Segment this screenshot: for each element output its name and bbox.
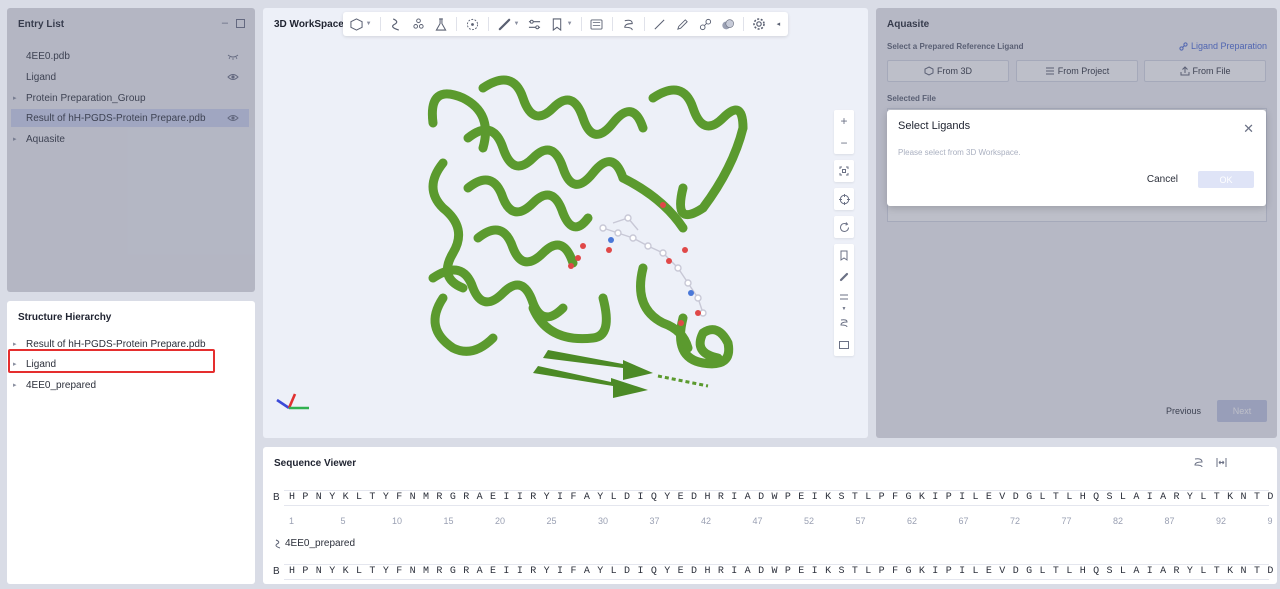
settings-icon[interactable] xyxy=(752,16,767,32)
structure-hierarchy-panel: Structure Hierarchy ▸ Result of hH-PGDS-… xyxy=(7,301,255,584)
eye-icon[interactable] xyxy=(227,72,239,82)
entry-item-protein-group[interactable]: ▸ Protein Preparation_Group xyxy=(11,89,249,107)
aquasite-title: Aquasite xyxy=(887,19,930,30)
align-icon[interactable] xyxy=(527,16,542,32)
chevron-down-icon[interactable]: ▼ xyxy=(366,21,372,27)
eye-icon[interactable] xyxy=(227,113,239,123)
chevron-down-icon[interactable]: ▼ xyxy=(567,21,573,27)
flask-icon[interactable] xyxy=(434,16,449,32)
ligand-highlight-box xyxy=(8,349,215,373)
line-icon[interactable] xyxy=(653,16,668,32)
workspace-title: 3D WorkSpace xyxy=(274,19,344,30)
surface-icon[interactable] xyxy=(621,16,636,32)
sequence-viewer-title: Sequence Viewer xyxy=(274,458,357,469)
maximize-icon[interactable] xyxy=(236,19,245,28)
link-icon[interactable] xyxy=(698,16,713,32)
sequence-residues[interactable]: H P N Y K L T Y F N M R G R A E I I R Y … xyxy=(289,566,1277,577)
from-file-label: From File xyxy=(1192,66,1231,76)
ligand-preparation-label: Ligand Preparation xyxy=(1190,41,1267,51)
zoom-out-icon[interactable]: − xyxy=(834,132,854,154)
previous-button[interactable]: Previous xyxy=(1166,406,1201,416)
entry-item-label: 4EE0.pdb xyxy=(26,50,70,62)
center-icon[interactable] xyxy=(834,188,854,210)
entry-item-label: Ligand xyxy=(26,71,57,83)
structure-hierarchy-title: Structure Hierarchy xyxy=(18,312,112,323)
measure-icon[interactable] xyxy=(834,266,854,288)
caret-right-icon[interactable]: ▸ xyxy=(13,94,17,102)
workspace-panel: 3D WorkSpace ▼ ▼ ▼ ◂ + − ▼ xyxy=(263,8,868,438)
from-3d-button[interactable]: From 3D xyxy=(887,60,1009,82)
zoom-in-icon[interactable]: + xyxy=(834,110,854,132)
sequence-viewer-panel: Sequence Viewer B H P N Y K L T Y F N M … xyxy=(263,447,1277,584)
caret-right-icon[interactable]: ▸ xyxy=(13,340,17,348)
workspace-side-tools: + − ▼ xyxy=(834,110,854,362)
entry-item-aquasite[interactable]: ▸ Aquasite xyxy=(11,130,249,148)
from-3d-label: From 3D xyxy=(936,66,972,76)
surface-icon[interactable] xyxy=(1193,457,1204,471)
list-icon xyxy=(1045,67,1054,75)
cube-icon xyxy=(924,66,934,76)
cancel-button[interactable]: Cancel xyxy=(1147,174,1178,185)
from-file-button[interactable]: From File xyxy=(1144,60,1266,82)
atoms-icon[interactable] xyxy=(411,16,426,32)
tree-item-4ee0-prepared[interactable]: ▸ 4EE0_prepared xyxy=(11,376,249,394)
sequence-entry-label: 4EE0_prepared xyxy=(285,538,356,549)
eye-closed-icon[interactable] xyxy=(227,51,239,61)
entry-list-title: Entry List xyxy=(18,19,65,30)
ribbon-icon[interactable] xyxy=(389,16,404,32)
protein-structure-view[interactable] xyxy=(373,68,773,408)
select-icon[interactable] xyxy=(465,16,480,32)
entry-item-label: Protein Preparation_Group xyxy=(26,92,146,104)
surface-icon[interactable] xyxy=(834,312,854,334)
sequence-residues[interactable]: H P N Y K L T Y F N M R G R A E I I R Y … xyxy=(289,492,1277,503)
cloud-icon[interactable] xyxy=(721,16,736,32)
sequence-chain-label: B xyxy=(273,566,280,577)
sequence-chain-label: B xyxy=(273,492,280,503)
entry-item-label: Result of hH-PGDS-Protein Prepare.pdb xyxy=(26,112,206,124)
bookmark-icon[interactable] xyxy=(834,244,854,266)
sequence-entry[interactable]: 4EE0_prepared xyxy=(274,538,355,549)
caret-right-icon[interactable]: ▸ xyxy=(13,381,17,389)
bookmark-icon[interactable] xyxy=(550,16,565,32)
collapse-arrow-icon[interactable]: ◂ xyxy=(775,16,782,32)
modal-message: Please select from 3D Workspace. xyxy=(898,148,1021,157)
keyboard-icon[interactable] xyxy=(590,16,605,32)
pencil-icon[interactable] xyxy=(675,16,690,32)
entry-item-label: Aquasite xyxy=(26,133,65,145)
ligand-preparation-link[interactable]: Ligand Preparation xyxy=(1179,41,1267,51)
from-project-button[interactable]: From Project xyxy=(1016,60,1138,82)
ribbon-icon xyxy=(275,539,281,548)
tree-item-label: 4EE0_prepared xyxy=(26,379,97,391)
next-button[interactable]: Next xyxy=(1217,400,1267,422)
aquasite-panel: Aquasite Select a Prepared Reference Lig… xyxy=(876,8,1277,438)
entry-list-panel: Entry List – 4EE0.pdb Ligand ▸ Protein P… xyxy=(7,8,255,292)
selected-file-label: Selected File xyxy=(887,94,936,103)
close-icon[interactable]: ✕ xyxy=(1243,122,1254,135)
caret-right-icon[interactable]: ▸ xyxy=(13,135,17,143)
keyboard-icon[interactable] xyxy=(834,334,854,356)
minimize-icon[interactable]: – xyxy=(222,18,228,29)
entry-item-4ee0[interactable]: 4EE0.pdb xyxy=(11,47,249,65)
fit-screen-icon[interactable] xyxy=(834,160,854,182)
upload-icon xyxy=(1180,66,1189,76)
workspace-toolbar: ▼ ▼ ▼ ◂ xyxy=(343,12,788,36)
select-ligand-label: Select a Prepared Reference Ligand xyxy=(887,42,1024,51)
from-project-label: From Project xyxy=(1057,66,1110,76)
tree-item-label: Result of hH-PGDS-Protein Prepare.pdb xyxy=(26,338,206,350)
chevron-down-icon[interactable]: ▼ xyxy=(513,21,519,27)
rotate-icon[interactable] xyxy=(834,216,854,238)
measure-icon[interactable] xyxy=(497,16,512,32)
axes-gizmo-icon xyxy=(276,393,309,410)
sequence-numbers: 1 5 10 15 20 25 30 37 42 47 52 57 62 67 72 77 82 87 92 9 xyxy=(289,516,1273,526)
ok-button[interactable]: OK xyxy=(1198,171,1254,188)
align-icon[interactable] xyxy=(834,288,854,306)
entry-item-result[interactable]: Result of hH-PGDS-Protein Prepare.pdb xyxy=(11,109,249,127)
cube-icon[interactable] xyxy=(349,16,364,32)
select-ligands-modal: Select Ligands ✕ Please select from 3D W… xyxy=(887,110,1266,206)
modal-title: Select Ligands xyxy=(898,120,971,132)
fit-width-icon[interactable] xyxy=(1216,457,1227,471)
ligand-icon xyxy=(1179,41,1188,51)
entry-item-ligand[interactable]: Ligand xyxy=(11,68,249,86)
